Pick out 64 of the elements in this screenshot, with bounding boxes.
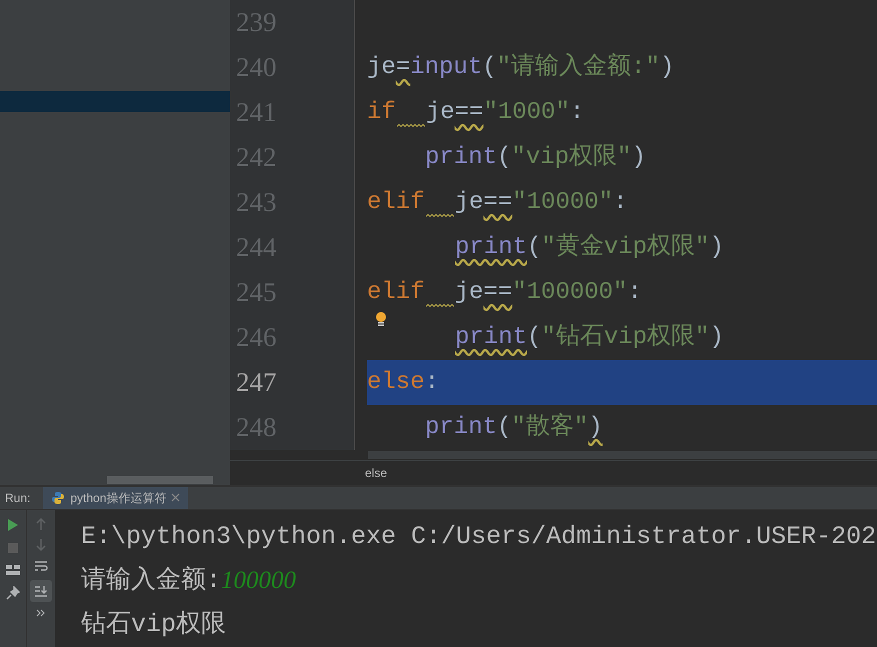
code-token: ( (527, 322, 542, 352)
code-token: ) (709, 322, 724, 352)
code-token: : (627, 278, 642, 308)
run-tab-title: python操作运算符 (70, 490, 166, 507)
code-token: "vip权限" (511, 142, 632, 172)
code-token: elif (367, 184, 455, 220)
run-tab[interactable]: python操作运算符 (43, 486, 188, 509)
run-label: Run: (4, 490, 32, 507)
code-token: if (367, 94, 426, 130)
code-token: ) (631, 142, 646, 172)
layout-icon[interactable] (6, 564, 20, 576)
console-prompt: 请输入金额: (81, 565, 222, 598)
code-token: "散客" (511, 412, 588, 442)
lightbulb-icon[interactable] (374, 311, 388, 327)
code-token: == (483, 188, 512, 218)
arrow-up-icon[interactable] (35, 517, 47, 531)
arrow-down-icon[interactable] (35, 538, 47, 552)
code-token: "100000" (512, 278, 628, 308)
line-number: 247 (236, 366, 276, 400)
code-token: elif (367, 274, 455, 310)
console-input-text: 100000 (221, 566, 296, 596)
console-output: E:\python3\python.exe C:/Users/Administrator.USER-202 (81, 521, 876, 554)
code-token: "1000" (483, 98, 570, 128)
code-token: print (425, 412, 498, 442)
code-token: "10000" (512, 188, 614, 218)
code-token: input (410, 52, 482, 82)
more-icon[interactable] (36, 609, 46, 617)
code-token: : (613, 188, 628, 218)
scroll-to-end-button[interactable] (30, 580, 52, 602)
horizontal-scrollbar[interactable] (107, 476, 213, 484)
console-output: 钻石vip权限 (81, 609, 226, 642)
soft-wrap-icon[interactable] (34, 559, 48, 573)
code-token: "钻石vip权限" (541, 322, 710, 352)
warning-squiggle-icon (426, 302, 454, 308)
code-token: "黄金vip权限" (541, 232, 710, 262)
code-token: ( (482, 52, 497, 82)
code-token: ) (660, 52, 674, 82)
code-token: print (425, 142, 498, 172)
warning-squiggle-icon (396, 122, 425, 128)
code-token: je (454, 278, 484, 308)
code-token: ( (497, 142, 512, 172)
code-token: je (454, 188, 484, 218)
code-token: else (367, 368, 425, 398)
close-icon[interactable] (171, 493, 180, 502)
run-icon[interactable] (7, 518, 19, 532)
breadcrumb[interactable]: else (365, 464, 388, 482)
code-token: : (424, 368, 440, 398)
code-token: ) (709, 232, 724, 262)
code-token: ( (527, 232, 542, 262)
code-token: "请输入金额:" (496, 52, 660, 82)
code-token: : (570, 98, 584, 128)
python-logo-icon (51, 490, 66, 505)
code-token: print (455, 232, 528, 262)
code-token: ( (497, 412, 512, 442)
pin-icon[interactable] (6, 586, 20, 600)
scroll-to-end-icon (34, 584, 48, 598)
code-token: ) (588, 412, 603, 442)
code-token: == (454, 98, 484, 128)
code-token: je (426, 98, 455, 128)
code-token: == (483, 278, 512, 308)
warning-squiggle-icon (426, 212, 454, 218)
code-token: print (455, 322, 528, 352)
code-token: je (367, 52, 396, 82)
code-token: = (396, 52, 410, 82)
